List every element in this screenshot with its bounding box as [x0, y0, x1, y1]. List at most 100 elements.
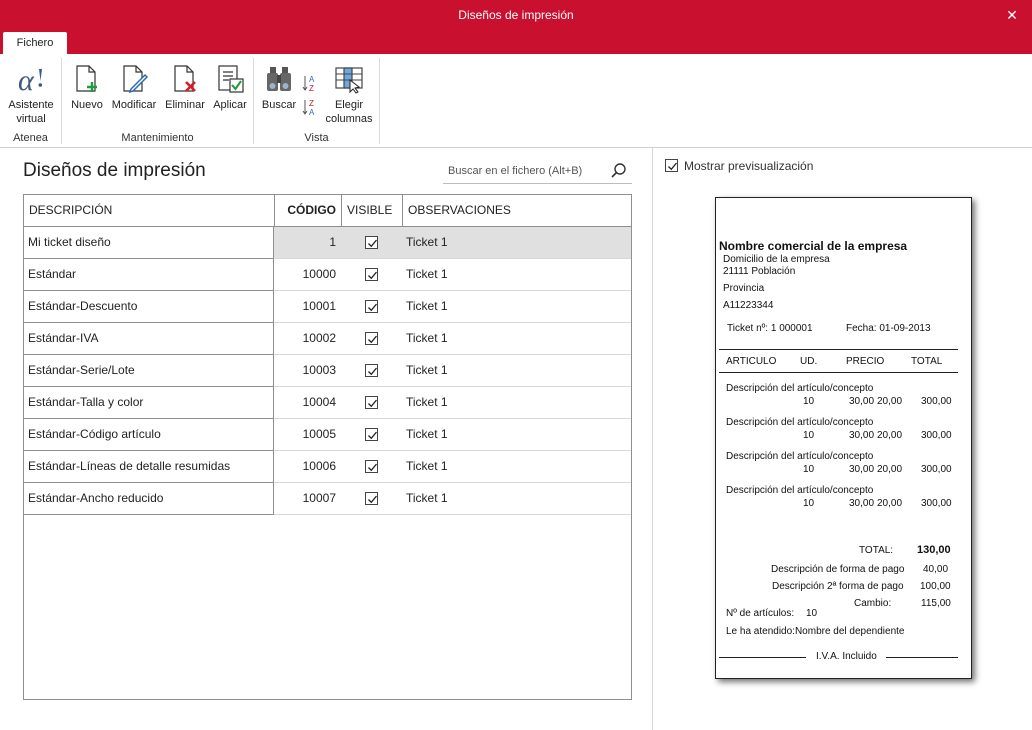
visible-checkbox[interactable] — [365, 460, 378, 473]
ticket-item-dto: 20,00 — [877, 396, 903, 407]
cell-descripcion[interactable]: Estándar-Ancho reducido — [24, 483, 274, 515]
visible-checkbox[interactable] — [365, 300, 378, 313]
cell-observaciones[interactable]: Ticket 1 — [402, 451, 631, 483]
cell-descripcion[interactable]: Estándar-Serie/Lote — [24, 355, 274, 387]
cell-descripcion[interactable]: Estándar-IVA — [24, 323, 274, 355]
cell-observaciones[interactable]: Ticket 1 — [402, 259, 631, 291]
search-icon[interactable] — [610, 162, 628, 180]
aplicar-button[interactable]: Aplicar — [210, 64, 250, 112]
cell-descripcion[interactable]: Estándar-Código artículo — [24, 419, 274, 451]
cell-observaciones[interactable]: Ticket 1 — [402, 419, 631, 451]
visible-checkbox[interactable] — [365, 332, 378, 345]
ticket-num-items-label: Nº de artículos: — [726, 608, 795, 619]
column-header-codigo[interactable]: CÓDIGO — [274, 195, 341, 226]
cell-visible[interactable] — [341, 483, 402, 515]
cell-codigo[interactable]: 10004 — [274, 387, 341, 419]
elegir-columnas-button[interactable]: Elegir columnas — [322, 64, 376, 126]
ticket-payment1-label: Descripción de forma de pago — [771, 564, 905, 575]
cell-descripcion[interactable]: Estándar-Descuento — [24, 291, 274, 323]
delete-document-icon — [174, 65, 196, 92]
cell-descripcion[interactable]: Mi ticket diseño — [24, 227, 274, 259]
close-button[interactable]: ✕ — [1002, 5, 1022, 25]
asistente-virtual-label: Asistente virtual — [8, 99, 54, 125]
search-input[interactable] — [443, 158, 605, 183]
modificar-button[interactable]: Modificar — [108, 64, 160, 112]
column-header-visible[interactable]: VISIBLE — [341, 195, 402, 226]
sort-descending-button[interactable]: Z A — [302, 98, 320, 117]
new-document-icon — [76, 65, 97, 92]
ribbon-group-atenea: α Asistente virtual Atenea — [0, 58, 62, 144]
designs-grid: DESCRIPCIÓN CÓDIGO VISIBLE OBSERVACIONES… — [23, 194, 632, 700]
table-row[interactable]: Mi ticket diseño 1 Ticket 1 — [24, 227, 631, 259]
ticket-item-total: 300,00 — [921, 396, 952, 407]
column-header-observaciones[interactable]: OBSERVACIONES — [402, 195, 631, 226]
checkmark-icon — [368, 271, 378, 280]
ticket-company-name: Nombre comercial de la empresa — [719, 239, 908, 253]
ticket-item-dto: 20,00 — [877, 464, 903, 475]
cell-observaciones[interactable]: Ticket 1 — [402, 291, 631, 323]
cell-observaciones[interactable]: Ticket 1 — [402, 483, 631, 515]
ticket-item-ud: 10 — [803, 498, 815, 509]
cell-visible[interactable] — [341, 387, 402, 419]
ticket-item-total: 300,00 — [921, 498, 952, 509]
cell-descripcion[interactable]: Estándar-Talla y color — [24, 387, 274, 419]
cell-descripcion[interactable]: Estándar — [24, 259, 274, 291]
checkmark-icon — [368, 303, 378, 312]
visible-checkbox[interactable] — [365, 236, 378, 249]
svg-text:A: A — [309, 108, 315, 116]
cell-codigo[interactable]: 10003 — [274, 355, 341, 387]
preview-toggle-checkbox[interactable] — [665, 159, 678, 172]
tab-fichero[interactable]: Fichero — [3, 32, 67, 54]
cell-observaciones[interactable]: Ticket 1 — [402, 387, 631, 419]
cell-visible[interactable] — [341, 451, 402, 483]
eliminar-label: Eliminar — [165, 99, 205, 111]
cell-codigo[interactable]: 10002 — [274, 323, 341, 355]
ticket-item-precio: 30,00 — [849, 430, 875, 441]
cell-codigo[interactable]: 1 — [274, 227, 341, 259]
ticket-province: Provincia — [723, 283, 765, 294]
table-row[interactable]: Estándar-Serie/Lote 10003 Ticket 1 — [24, 355, 631, 387]
cell-codigo[interactable]: 10006 — [274, 451, 341, 483]
checkmark-icon — [668, 162, 678, 171]
sort-ascending-button[interactable]: A Z — [302, 74, 320, 93]
cell-codigo[interactable]: 10001 — [274, 291, 341, 323]
cell-codigo[interactable]: 10005 — [274, 419, 341, 451]
visible-checkbox[interactable] — [365, 268, 378, 281]
table-row[interactable]: Estándar-Ancho reducido 10007 Ticket 1 — [24, 483, 631, 515]
column-header-descripcion[interactable]: DESCRIPCIÓN — [24, 195, 274, 226]
table-row[interactable]: Estándar-Líneas de detalle resumidas 1000… — [24, 451, 631, 483]
visible-checkbox[interactable] — [365, 396, 378, 409]
visible-checkbox[interactable] — [365, 364, 378, 377]
cell-visible[interactable] — [341, 355, 402, 387]
ticket-change-label: Cambio: — [854, 598, 892, 609]
cell-descripcion[interactable]: Estándar-Líneas de detalle resumidas — [24, 451, 274, 483]
cell-observaciones[interactable]: Ticket 1 — [402, 355, 631, 387]
cell-codigo[interactable]: 10007 — [274, 483, 341, 515]
eliminar-button[interactable]: Eliminar — [162, 64, 208, 112]
buscar-button[interactable]: Buscar — [258, 64, 300, 112]
table-row[interactable]: Estándar-IVA 10002 Ticket 1 — [24, 323, 631, 355]
cell-observaciones[interactable]: Ticket 1 — [402, 227, 631, 259]
cell-visible[interactable] — [341, 419, 402, 451]
cell-observaciones[interactable]: Ticket 1 — [402, 323, 631, 355]
ticket-payment2-label: Descripción 2ª forma de pago — [772, 581, 904, 592]
table-row[interactable]: Estándar-Código artículo 10005 Ticket 1 — [24, 419, 631, 451]
cell-visible[interactable] — [341, 323, 402, 355]
nuevo-button[interactable]: Nuevo — [68, 64, 106, 112]
cell-visible[interactable] — [341, 227, 402, 259]
table-row[interactable]: Estándar-Descuento 10001 Ticket 1 — [24, 291, 631, 323]
ticket-item-ud: 10 — [803, 464, 815, 475]
ticket-header-articulo: ARTICULO — [726, 356, 777, 367]
cell-visible[interactable] — [341, 291, 402, 323]
asistente-virtual-button[interactable]: α Asistente virtual — [4, 64, 58, 126]
preview-toggle-label[interactable]: Mostrar previsualización — [684, 159, 813, 173]
ticket-served-by: Le ha atendido:Nombre del dependiente — [726, 626, 905, 637]
visible-checkbox[interactable] — [365, 428, 378, 441]
table-row[interactable]: Estándar-Talla y color 10004 Ticket 1 — [24, 387, 631, 419]
cell-codigo[interactable]: 10000 — [274, 259, 341, 291]
checkmark-icon — [368, 495, 378, 504]
visible-checkbox[interactable] — [365, 492, 378, 505]
ticket-item-precio: 30,00 — [849, 464, 875, 475]
cell-visible[interactable] — [341, 259, 402, 291]
table-row[interactable]: Estándar 10000 Ticket 1 — [24, 259, 631, 291]
